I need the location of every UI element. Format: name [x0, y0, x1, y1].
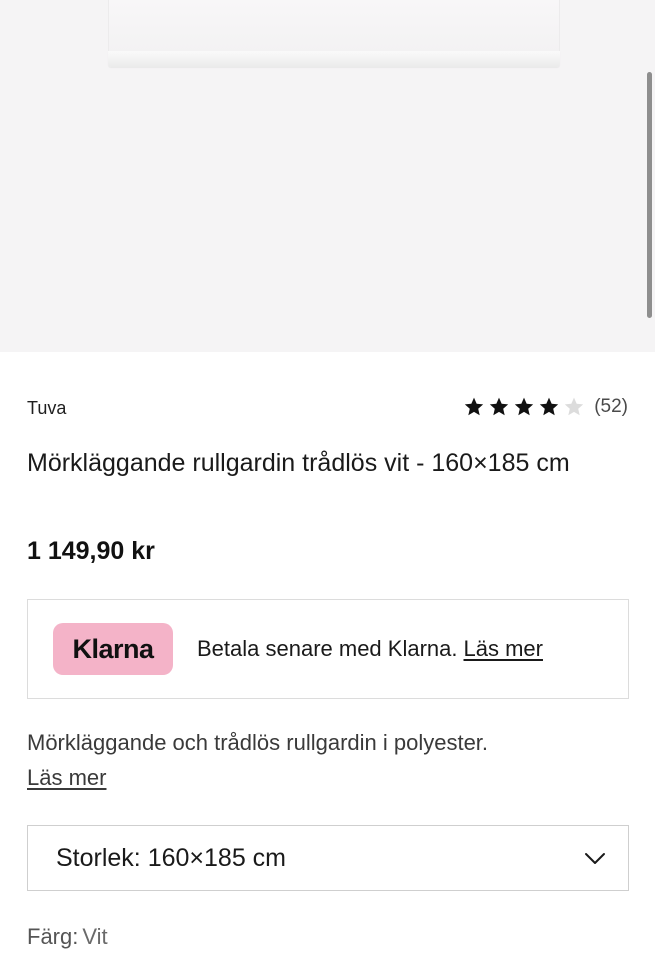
klarna-message: Betala senare med Klarna. Läs mer: [197, 636, 543, 662]
size-select-value: Storlek: 160×185 cm: [56, 843, 286, 872]
size-select[interactable]: Storlek: 160×185 cm: [27, 825, 629, 891]
color-label: Färg:: [27, 924, 79, 949]
roller-blind-fabric: [108, 0, 560, 52]
star-filled-icon: [465, 397, 484, 416]
product-description: Mörkläggande och trådlös rullgardin i po…: [27, 730, 489, 755]
color-row: Färg: Vit: [27, 924, 108, 950]
product-title: Mörkläggande rullgardin trådlös vit - 16…: [27, 449, 570, 477]
color-value: Vit: [82, 924, 108, 949]
rating[interactable]: (52): [463, 396, 628, 418]
product-price: 1 149,90 kr: [27, 537, 155, 565]
product-page: Tuva (52) Mörkläggande rullgardin trådlö…: [0, 0, 655, 960]
chevron-down-icon: [585, 853, 605, 864]
klarna-text: Betala senare med Klarna.: [197, 636, 458, 661]
star-filled-icon: [490, 397, 509, 416]
star-filled-icon: [515, 397, 534, 416]
star-filled-icon: [540, 397, 559, 416]
rating-count: (52): [594, 396, 628, 417]
product-image[interactable]: [0, 0, 655, 352]
klarna-logo: Klarna: [53, 623, 173, 675]
roller-blind-bottom-rail: [108, 51, 560, 67]
klarna-banner: Klarna Betala senare med Klarna. Läs mer: [27, 599, 629, 699]
klarna-read-more-link[interactable]: Läs mer: [464, 636, 543, 661]
rating-stars: [463, 396, 585, 418]
brand-name[interactable]: Tuva: [27, 398, 66, 419]
description-read-more-link[interactable]: Läs mer: [27, 765, 106, 791]
star-empty-icon: [565, 397, 584, 416]
scrollbar[interactable]: [647, 72, 652, 318]
